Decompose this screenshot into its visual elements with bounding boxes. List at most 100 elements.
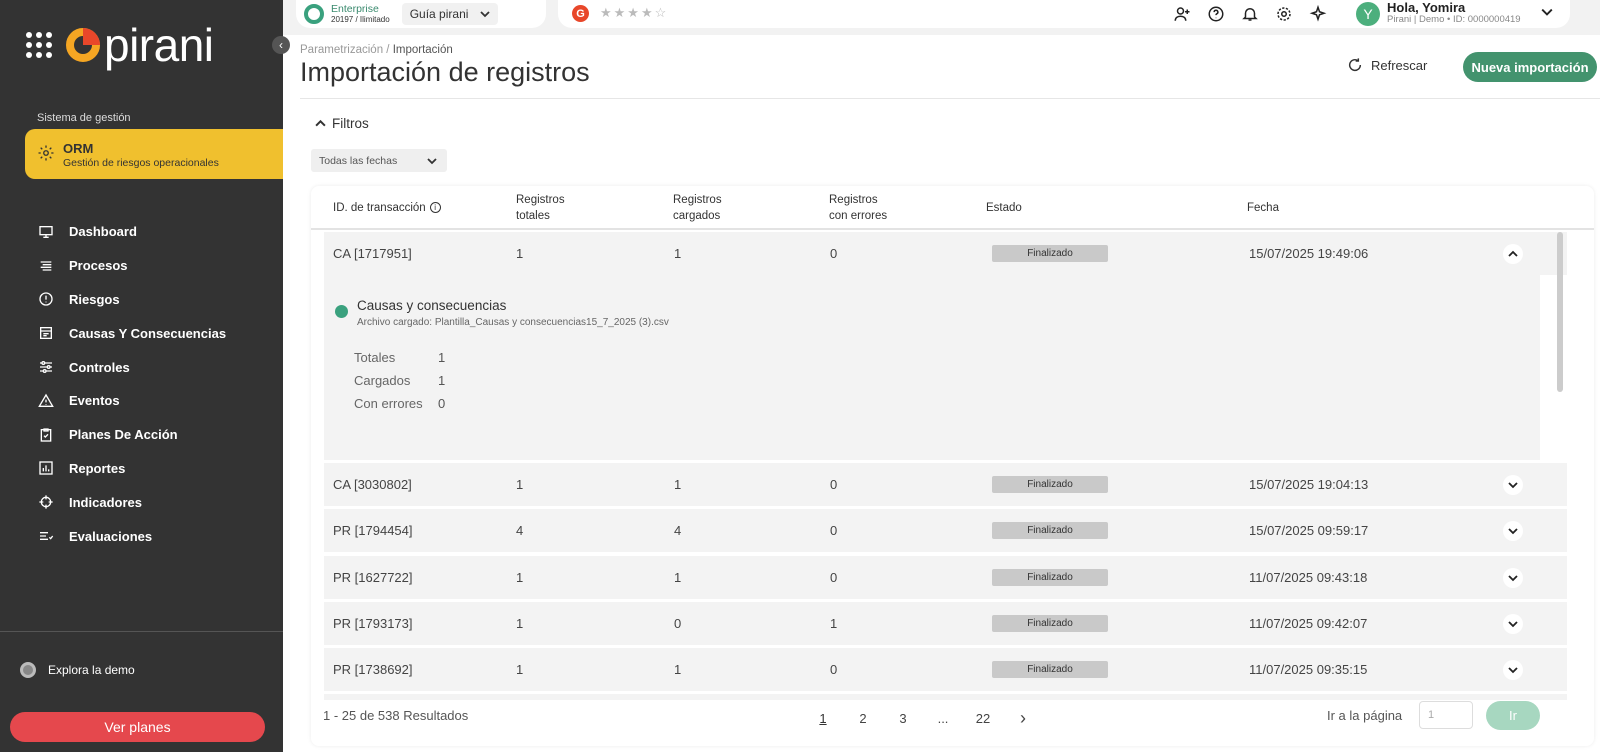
add-user-icon[interactable] [1172,4,1192,24]
go-button[interactable]: Ir [1486,701,1540,730]
date-filter-select[interactable]: Todas las fechas [311,149,447,172]
pirani-logo: pirani [66,22,214,68]
clipboard-check-icon [40,428,52,442]
goto-page-input[interactable]: 1 [1419,701,1473,729]
details-title: Causas y consecuencias [357,298,507,313]
expand-row-button[interactable] [1503,521,1523,541]
expand-row-button[interactable] [1503,614,1523,634]
sidebar-item-indicadores[interactable]: Indicadores [38,485,226,519]
help-icon[interactable] [1206,4,1226,24]
bell-icon[interactable] [1240,4,1260,24]
view-plans-button[interactable]: Ver planes [10,712,265,742]
sidebar-item-riesgos[interactable]: Riesgos [38,283,226,317]
sparkles-icon[interactable] [1308,4,1328,24]
cell-loaded: 0 [674,616,682,631]
sidebar-item-planes[interactable]: Planes De Acción [38,418,226,452]
table-row[interactable]: CA [1717951] 1 1 0 Finalizado 15/07/2025… [324,232,1567,275]
sidebar-nav: Dashboard Procesos Riesgos Causas Y Cons… [38,215,226,553]
toggle-icon [20,662,36,678]
info-icon[interactable]: i [429,202,441,214]
page-link-1[interactable]: 1 [803,711,843,726]
chevron-up-icon [1508,250,1518,257]
chevron-down-icon [427,157,437,164]
sidebar-item-label: Indicadores [69,494,142,510]
date-filter-value: Todas las fechas [319,154,398,167]
plan-name: Enterprise [331,2,379,15]
cell-id: PR [1793173] [333,616,413,631]
sidebar-item-label: Controles [69,359,130,375]
cell-errors: 1 [830,616,838,631]
plan-icon [304,4,324,24]
sidebar-item-controles[interactable]: Controles [38,350,226,384]
column-header-errors: Registros con errores [829,192,887,224]
sidebar-item-evaluaciones[interactable]: Evaluaciones [38,519,226,553]
breadcrumb-parent[interactable]: Parametrización [300,44,383,56]
cell-loaded: 1 [674,477,682,492]
expand-row-button[interactable] [1503,568,1523,588]
user-menu-chevron-icon[interactable] [1541,6,1553,21]
rating-stars[interactable]: ★★★★☆ [600,5,668,21]
stat-value: 0 [438,396,446,411]
table-row[interactable]: PR [1627722] 1 1 0 Finalizado 11/07/2025… [324,556,1567,599]
chevron-down-icon [1508,575,1518,582]
cell-date: 15/07/2025 19:49:06 [1249,246,1369,261]
system-subtitle: Gestión de riesgos operacionales [63,157,219,169]
main-content: Parametrización / Importación Importació… [283,35,1600,752]
demo-label: Explora la demo [48,663,135,677]
stat-label: Totales [354,350,396,365]
breadcrumb-separator: / [383,44,393,56]
breadcrumb-current: Importación [392,44,453,56]
g2-icon[interactable]: G [572,5,589,22]
cell-loaded: 1 [674,570,682,585]
sidebar-item-label: Evaluaciones [69,528,153,544]
cell-total: 1 [516,477,524,492]
table-row[interactable]: PR [1794454] 4 4 0 Finalizado 15/07/2025… [324,509,1567,552]
page-title: Importación de registros [300,57,590,87]
guide-dropdown[interactable]: Guía pirani [401,3,498,25]
page-link-2[interactable]: 2 [843,711,883,726]
cell-total: 1 [516,616,524,631]
sidebar-item-dashboard[interactable]: Dashboard [38,215,226,249]
sidebar-item-reportes[interactable]: Reportes [38,452,226,486]
table-row-partial [324,694,1567,700]
collapse-sidebar-button[interactable]: ‹ [272,36,290,54]
expand-row-button[interactable] [1503,475,1523,495]
explore-demo-toggle[interactable]: Explora la demo [20,662,135,678]
sidebar-item-procesos[interactable]: Procesos [38,249,226,283]
column-header-id-label: ID. de transacción [333,202,426,214]
cell-date: 15/07/2025 19:04:13 [1249,477,1369,492]
next-page-icon[interactable]: › [1003,708,1043,729]
sidebar-item-eventos[interactable]: Eventos [38,384,226,418]
sidebar-item-causas[interactable]: Causas Y Consecuencias [38,316,226,350]
cell-total: 1 [516,246,524,261]
cell-loaded: 4 [674,523,682,538]
collapse-row-button[interactable] [1503,244,1523,264]
refresh-button[interactable]: Refrescar [1347,57,1427,73]
toolbar-icons [1172,4,1328,24]
pagination: 1 2 3 ... 22 › [803,708,1043,729]
cell-errors: 0 [830,570,838,585]
table-row[interactable]: PR [1738692] 1 1 0 Finalizado 11/07/2025… [324,648,1567,691]
table-scrollbar[interactable] [1557,232,1563,392]
sidebar-divider [0,631,283,632]
sidebar: pirani Sistema de gestión ORM Gestión de… [0,0,293,752]
crosshair-icon [39,495,53,509]
apps-grid-icon[interactable] [26,32,52,58]
top-toolbar: G ★★★★☆ Y Hola, Yomira Pirani | Demo • I… [558,0,1570,28]
page-link-3[interactable]: 3 [883,711,923,726]
column-header-status: Estado [986,202,1022,214]
avatar[interactable]: Y [1356,2,1380,26]
bar-chart-icon [39,461,53,476]
table-row[interactable]: PR [1793173] 1 0 1 Finalizado 11/07/2025… [324,602,1567,645]
expand-row-button[interactable] [1503,660,1523,680]
system-selector[interactable]: ORM Gestión de riesgos operacionales [25,129,293,179]
chevron-up-icon [315,119,326,127]
guide-label: Guía pirani [409,7,469,21]
monitor-icon [39,225,53,238]
settings-icon[interactable] [1274,4,1294,24]
new-import-button[interactable]: Nueva importación [1463,52,1597,82]
page-link-22[interactable]: 22 [963,711,1003,726]
column-header-loaded-line2: cargados [673,210,721,222]
table-row[interactable]: CA [3030802] 1 1 0 Finalizado 15/07/2025… [324,463,1567,506]
filters-toggle[interactable]: Filtros [315,116,369,131]
